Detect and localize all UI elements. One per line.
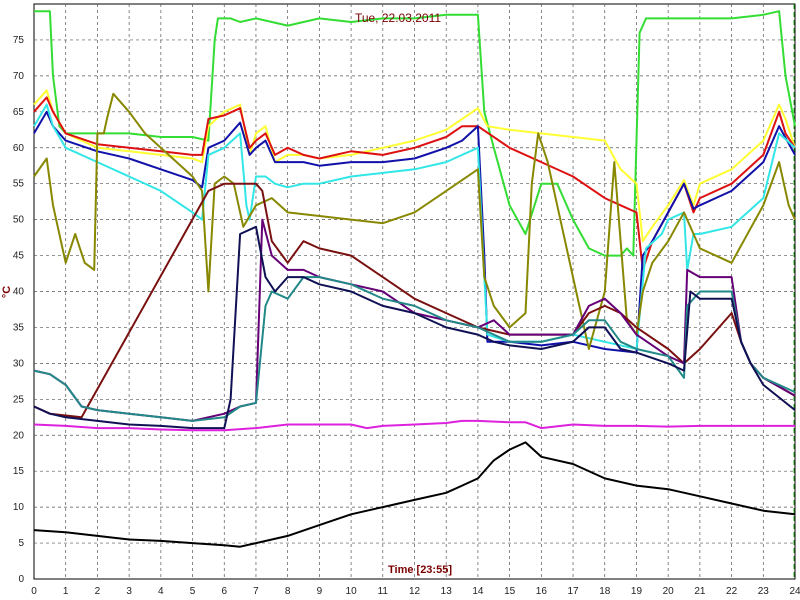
x-tick-label: 3 <box>126 586 132 597</box>
y-tick-label: 40 <box>13 287 25 298</box>
x-tick-label: 22 <box>726 586 738 597</box>
x-tick-label: 19 <box>631 586 643 597</box>
x-tick-label: 4 <box>158 586 164 597</box>
x-tick-label: 20 <box>663 586 675 597</box>
y-tick-label: 75 <box>13 35 25 46</box>
y-tick-label: 45 <box>13 251 25 262</box>
y-tick-label: 10 <box>13 502 25 513</box>
y-tick-label: 15 <box>13 466 25 477</box>
x-tick-label: 16 <box>536 586 548 597</box>
x-tick-label: 0 <box>31 586 37 597</box>
x-tick-label: 10 <box>346 586 358 597</box>
y-tick-label: 60 <box>13 143 25 154</box>
x-tick-label: 14 <box>472 586 484 597</box>
x-tick-label: 9 <box>317 586 323 597</box>
y-tick-label: 55 <box>13 179 25 190</box>
x-tick-label: 1 <box>63 586 69 597</box>
y-tick-label: 65 <box>13 107 25 118</box>
y-tick-label: 20 <box>13 430 25 441</box>
x-tick-label: 2 <box>95 586 101 597</box>
temperature-chart: 0 1 2 3 4 5 6 7 8 9 10 11 12 13 14 15 16 17 18 19 20 21 22 23 24… <box>1 3 800 597</box>
y-tick-label: 25 <box>13 394 25 405</box>
x-tick-label: 18 <box>599 586 611 597</box>
x-tick-label: 15 <box>504 586 516 597</box>
x-tick-label: 17 <box>567 586 579 597</box>
y-tick-label: 70 <box>13 71 25 82</box>
y-tick-label: 30 <box>13 358 25 369</box>
x-tick-label: 8 <box>285 586 291 597</box>
x-tick-label: 5 <box>190 586 196 597</box>
x-tick-label: 7 <box>253 586 259 597</box>
x-tick-label: 13 <box>441 586 453 597</box>
x-tick-label: 21 <box>694 586 706 597</box>
x-axis-label: Time [23:55] <box>388 564 452 576</box>
y-tick-label: 35 <box>13 322 25 333</box>
y-tick-label: 5 <box>18 538 24 549</box>
x-tick-label: 6 <box>221 586 227 597</box>
x-tick-label: 23 <box>758 586 770 597</box>
y-axis-label: °C <box>1 286 13 298</box>
x-tick-label: 12 <box>409 586 421 597</box>
y-tick-label: 0 <box>18 574 24 585</box>
x-tick-label: 11 <box>378 586 389 597</box>
y-tick-label: 50 <box>13 215 25 226</box>
x-tick-label: 24 <box>789 586 800 597</box>
chart-title: Tue, 22.03.2011 <box>355 11 441 25</box>
